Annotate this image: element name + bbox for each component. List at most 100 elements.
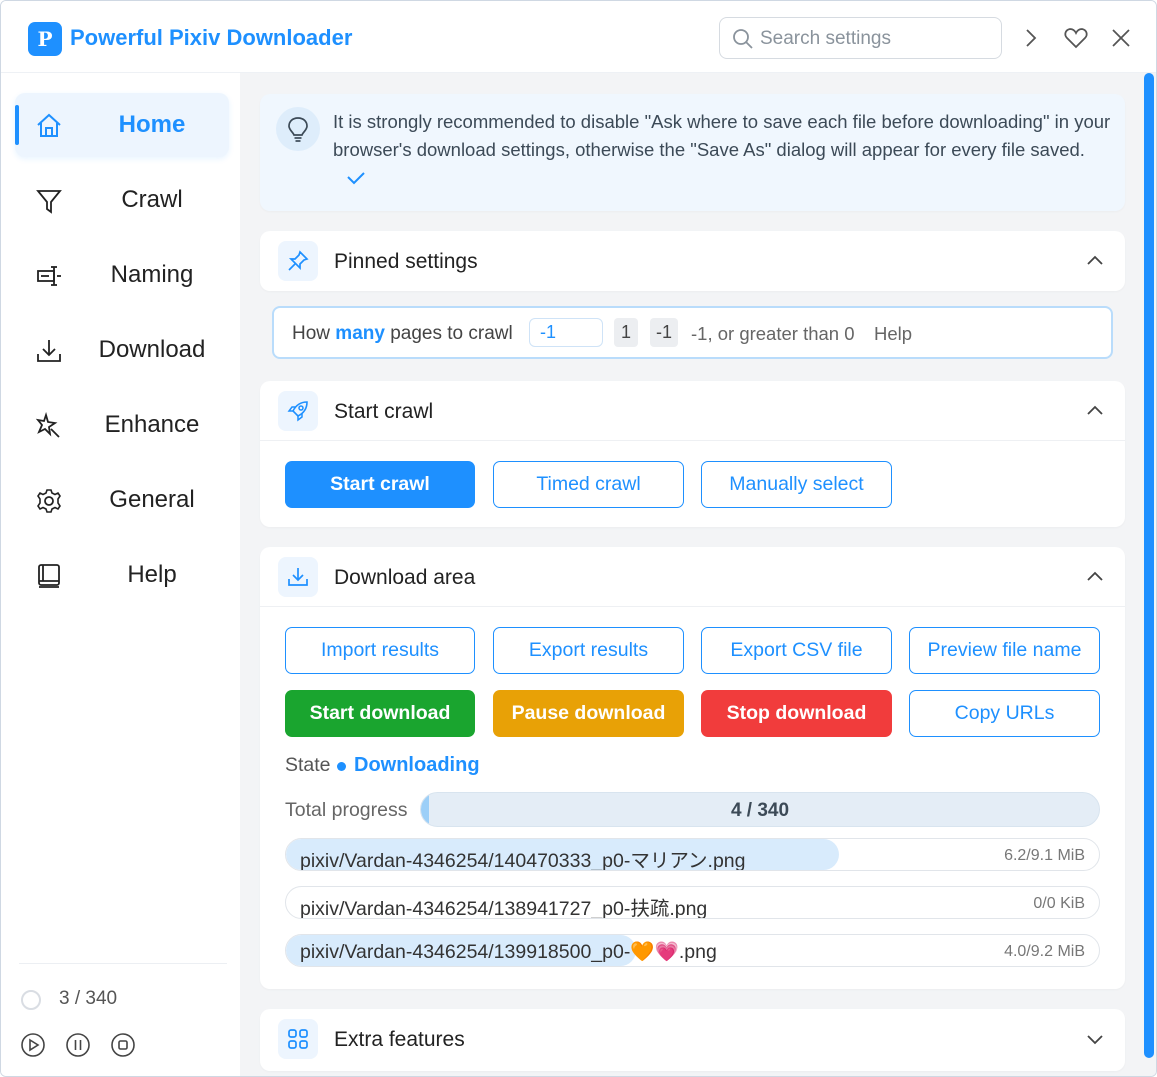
total-progress-bar: 4 / 340	[420, 792, 1100, 827]
start-crawl-button[interactable]: Start crawl	[285, 461, 475, 508]
tip-icon-wrap	[276, 107, 320, 151]
chevron-down-icon[interactable]	[1085, 1029, 1105, 1049]
sidebar-progress-count: 3 / 340	[59, 988, 118, 1009]
file-name: pixiv/Vardan-4346254/140470333_p0-マリアン.p…	[300, 850, 746, 871]
file-progress-row: pixiv/Vardan-4346254/140470333_p0-マリアン.p…	[285, 838, 1100, 871]
setting-label-bold: many	[335, 323, 385, 344]
gear-icon	[37, 489, 61, 513]
section-icon-wrap	[278, 1019, 318, 1059]
export-csv-button[interactable]: Export CSV file	[701, 627, 892, 674]
setting-label-suffix: pages to crawl	[384, 323, 513, 344]
sidebar-item-download[interactable]: Download	[15, 318, 229, 382]
search-input[interactable]	[760, 26, 995, 52]
sidebar-item-general[interactable]: General	[15, 468, 229, 532]
sidebar-item-naming[interactable]: Naming	[15, 243, 229, 307]
chevron-right-icon[interactable]	[1018, 25, 1044, 51]
sidebar-item-label: General	[109, 486, 195, 513]
setting-label: How many pages to crawl	[292, 323, 513, 345]
section-icon-wrap	[278, 557, 318, 597]
pause-download-button[interactable]: Pause download	[493, 690, 684, 737]
search-icon	[733, 29, 753, 49]
pinned-settings-section: Pinned settings	[260, 231, 1125, 291]
pause-icon[interactable]	[65, 1032, 91, 1058]
app-title: Powerful Pixiv Downloader	[70, 25, 353, 50]
pages-input[interactable]	[529, 318, 603, 347]
section-title: Extra features	[334, 1028, 465, 1051]
import-results-button[interactable]: Import results	[285, 627, 475, 674]
file-progress-row: pixiv/Vardan-4346254/139918500_p0-🧡💗.png…	[285, 934, 1100, 967]
preset-chip[interactable]: 1	[614, 318, 638, 347]
sidebar: Home Crawl Naming Download Enhance Gener…	[1, 73, 240, 1076]
sparkle-icon	[35, 412, 60, 438]
sidebar-item-label: Naming	[110, 261, 194, 288]
extra-features-section: Extra features	[260, 1009, 1125, 1071]
pinned-setting-pages: How many pages to crawl 1 -1 -1, or grea…	[272, 306, 1113, 359]
close-icon[interactable]	[1108, 25, 1134, 51]
total-progress-text: 4 / 340	[730, 800, 790, 821]
lightbulb-icon	[288, 117, 308, 142]
preview-file-name-button[interactable]: Preview file name	[909, 627, 1100, 674]
download-icon	[288, 568, 308, 586]
file-size: 6.2/9.1 MiB	[1004, 847, 1085, 864]
scrollbar[interactable]	[1144, 73, 1154, 1058]
sidebar-item-label: Help	[127, 561, 177, 588]
file-name: pixiv/Vardan-4346254/138941727_p0-扶疏.png	[300, 898, 708, 919]
section-title: Pinned settings	[334, 250, 478, 273]
state-value: Downloading	[354, 754, 480, 776]
sidebar-item-help[interactable]: Help	[15, 543, 229, 607]
rocket-icon	[287, 401, 308, 422]
sidebar-item-label: Crawl	[121, 186, 183, 213]
sidebar-item-crawl[interactable]: Crawl	[15, 168, 229, 232]
section-header[interactable]: Extra features	[260, 1009, 1125, 1069]
chevron-up-icon[interactable]	[1085, 567, 1105, 587]
section-title: Start crawl	[334, 400, 434, 423]
export-results-button[interactable]: Export results	[493, 627, 684, 674]
start-download-button[interactable]: Start download	[285, 690, 475, 737]
section-header[interactable]: Download area	[260, 547, 1125, 607]
app-window: P Powerful Pixiv Downloader Search setti…	[0, 0, 1157, 1077]
title-bar: P Powerful Pixiv Downloader	[1, 1, 1156, 73]
sidebar-item-label: Home	[118, 111, 186, 138]
spinner-icon	[21, 990, 41, 1010]
section-icon-wrap	[278, 241, 318, 281]
tip-text: It is strongly recommended to disable "A…	[333, 111, 1111, 160]
download-icon	[37, 340, 61, 362]
sidebar-item-label: Enhance	[104, 411, 200, 438]
section-title: Download area	[334, 566, 476, 589]
file-size: 4.0/9.2 MiB	[1004, 943, 1085, 960]
sidebar-item-home[interactable]: Home	[15, 93, 229, 157]
sidebar-item-enhance[interactable]: Enhance	[15, 393, 229, 457]
section-icon-wrap	[278, 391, 318, 431]
check-icon[interactable]	[346, 170, 366, 186]
state-label: State	[285, 754, 331, 776]
copy-urls-button[interactable]: Copy URLs	[909, 690, 1100, 737]
preset-chip[interactable]: -1	[650, 318, 679, 347]
sidebar-divider	[19, 963, 227, 964]
file-name: pixiv/Vardan-4346254/139918500_p0-🧡💗.png	[300, 941, 717, 963]
grid-icon	[288, 1029, 308, 1049]
stop-download-button[interactable]: Stop download	[701, 690, 892, 737]
timed-crawl-button[interactable]: Timed crawl	[493, 461, 684, 508]
setting-hint: -1, or greater than 0	[691, 323, 855, 344]
file-progress-row: pixiv/Vardan-4346254/138941727_p0-扶疏.png…	[285, 886, 1100, 919]
home-icon	[37, 113, 61, 137]
search-box[interactable]	[719, 17, 1002, 59]
heart-icon[interactable]	[1063, 25, 1089, 51]
total-progress-label: Total progress	[285, 799, 408, 821]
play-icon[interactable]	[20, 1032, 46, 1058]
file-size: 0/0 KiB	[1033, 895, 1085, 912]
pin-icon	[288, 250, 309, 271]
naming-icon	[37, 266, 61, 286]
manually-select-button[interactable]: Manually select	[701, 461, 892, 508]
filter-icon	[36, 190, 62, 214]
section-header[interactable]: Start crawl	[260, 381, 1125, 441]
chevron-up-icon[interactable]	[1085, 251, 1105, 271]
state-indicator-dot	[337, 762, 346, 771]
app-logo: P	[28, 22, 62, 56]
section-header[interactable]: Pinned settings	[260, 231, 1125, 291]
chevron-up-icon[interactable]	[1085, 401, 1105, 421]
sidebar-item-label: Download	[98, 336, 206, 363]
help-link[interactable]: Help	[874, 323, 912, 345]
setting-label-prefix: How	[292, 323, 336, 344]
stop-icon[interactable]	[110, 1032, 136, 1058]
